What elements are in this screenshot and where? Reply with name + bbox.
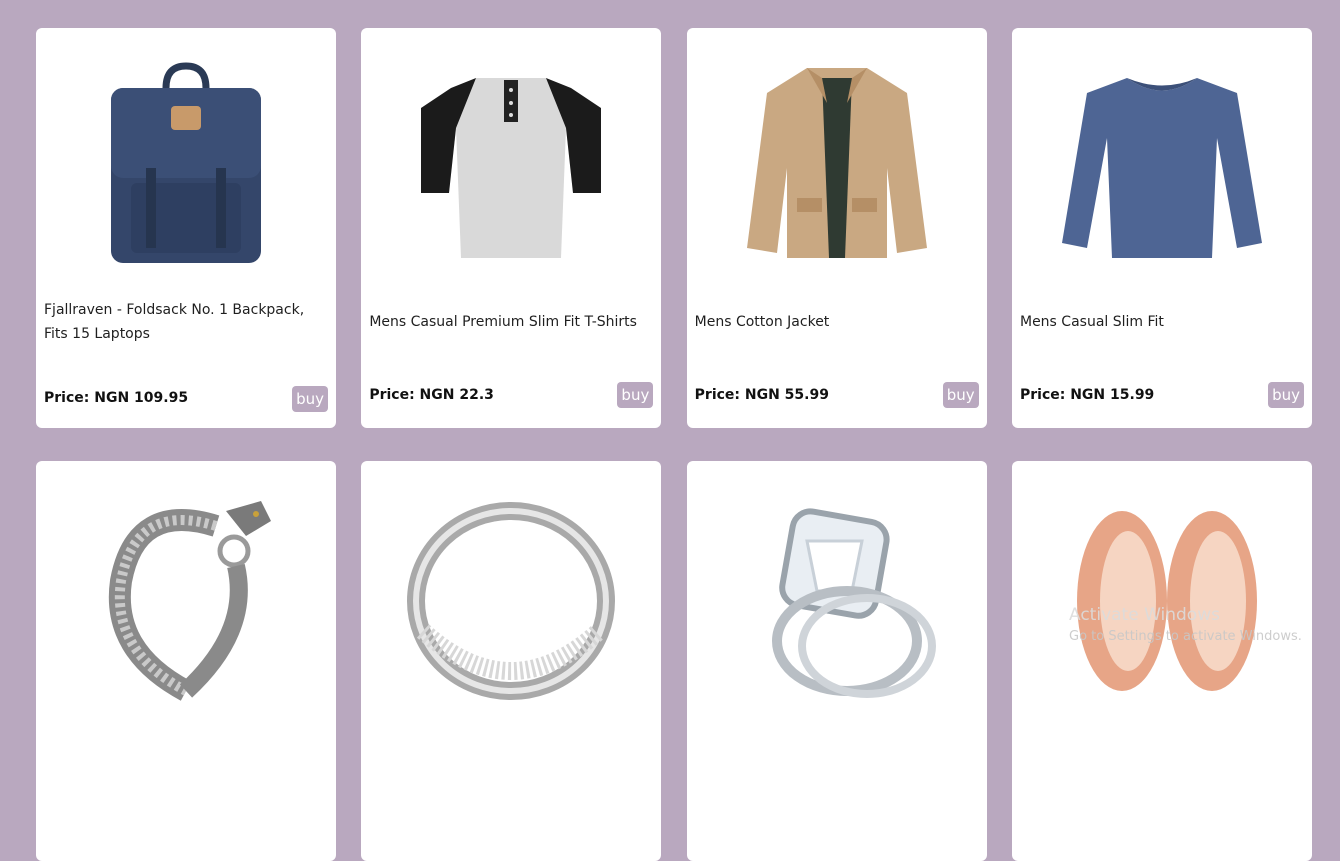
product-card: [36, 461, 336, 861]
jacket-image: [687, 28, 987, 288]
product-price: Price: NGN 55.99: [694, 387, 829, 403]
ring-image: [361, 461, 661, 721]
product-title: Mens Casual Premium Slim Fit T-Shirts: [369, 314, 637, 330]
watermark-title: Activate Windows: [1069, 605, 1220, 625]
backpack-image: [36, 28, 336, 288]
longsleeve-shirt-image: [1012, 28, 1312, 288]
product-card: [361, 461, 662, 861]
product-grid: Fjallraven - Foldsack No. 1 Backpack, Fi…: [36, 28, 1312, 861]
product-card: Mens Cotton Jacket Price: NGN 55.99 buy: [686, 28, 987, 428]
product-title: Mens Cotton Jacket: [694, 314, 830, 330]
product-title: Fjallraven - Foldsack No. 1 Backpack, Fi…: [44, 302, 305, 342]
product-card: Fjallraven - Foldsack No. 1 Backpack, Fi…: [36, 28, 336, 428]
buy-button[interactable]: buy: [292, 386, 328, 412]
product-card: Mens Casual Premium Slim Fit T-Shirts Pr…: [361, 28, 662, 428]
buy-button[interactable]: buy: [617, 382, 654, 408]
bracelet-image: [36, 461, 336, 721]
buy-button[interactable]: buy: [942, 382, 979, 408]
product-card: [686, 461, 987, 861]
product-title: Mens Casual Slim Fit: [1019, 314, 1164, 330]
watermark-subtitle: Go to Settings to activate Windows.: [1069, 629, 1302, 644]
windows-activation-watermark: Activate Windows Go to Settings to activ…: [1069, 605, 1302, 644]
diamond-ring-image: [687, 461, 987, 721]
buy-button[interactable]: buy: [1268, 382, 1304, 408]
plugs-image: [1012, 461, 1312, 721]
product-price: Price: NGN 109.95: [44, 390, 189, 406]
product-price: Price: NGN 15.99: [1019, 387, 1155, 403]
product-card: [1011, 461, 1312, 861]
tshirt-image: [361, 28, 661, 288]
product-price: Price: NGN 22.3: [369, 387, 494, 403]
product-card: Mens Casual Slim Fit Price: NGN 15.99 bu…: [1011, 28, 1312, 428]
